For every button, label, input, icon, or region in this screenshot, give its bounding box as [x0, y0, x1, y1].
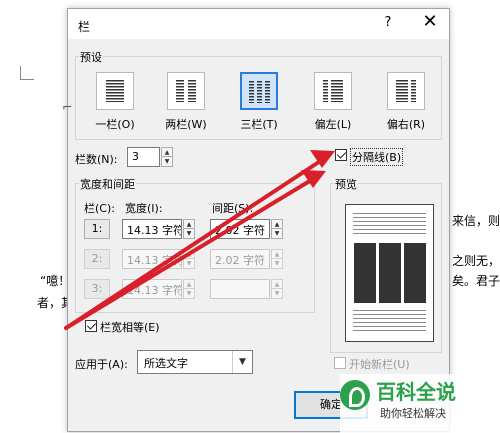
watermark-logo-icon — [340, 380, 370, 410]
watermark-subtitle: 助你轻松解决 — [380, 407, 446, 420]
annotation-arrows — [64, 150, 335, 330]
watermark-title: 百科全说 — [376, 380, 456, 404]
arrow-to-preview — [64, 174, 320, 330]
watermark: 百科全说 助你轻松解决 — [340, 374, 500, 433]
